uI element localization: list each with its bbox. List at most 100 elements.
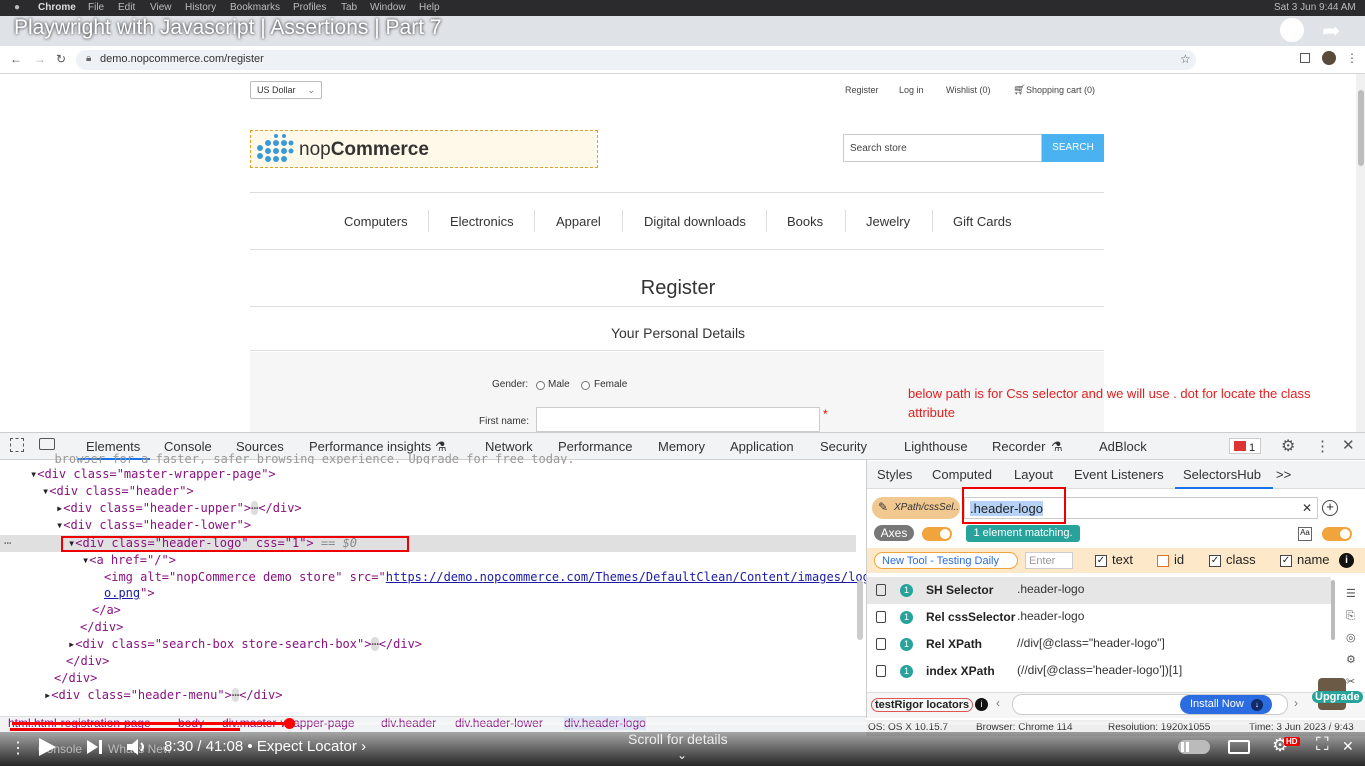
menu-item-bookmarks[interactable]: Bookmarks xyxy=(230,2,280,13)
tab-computed[interactable]: Computed xyxy=(932,467,992,482)
nav-jewelry[interactable]: Jewelry xyxy=(866,214,910,229)
device-toolbar-icon[interactable] xyxy=(39,438,55,450)
dom-node-img[interactable]: <img alt="nopCommerce demo store" src="h… xyxy=(104,570,870,584)
new-tool-link[interactable]: New Tool - Testing Daily xyxy=(874,552,1018,569)
add-icon[interactable]: + xyxy=(1322,500,1338,516)
scroll-for-details[interactable]: Scroll for details xyxy=(628,731,728,747)
dom-node-master-wrapper[interactable]: ▾<div class="master-wrapper-page"> xyxy=(30,467,276,481)
nav-electronics[interactable]: Electronics xyxy=(450,214,514,229)
info-icon[interactable]: i xyxy=(1339,553,1354,568)
fullscreen-icon[interactable]: ⛶ xyxy=(1316,734,1329,755)
upgrade-button[interactable]: Upgrade xyxy=(1312,691,1363,703)
reload-icon[interactable]: ↻ xyxy=(56,52,66,66)
dom-node-header-menu[interactable]: ▸<div class="header-menu">⋯</div> xyxy=(44,688,282,702)
subtitles-icon[interactable] xyxy=(1228,740,1250,754)
checkbox-name[interactable]: ✓ xyxy=(1280,555,1292,567)
clear-input-icon[interactable]: ✕ xyxy=(1302,501,1312,515)
nav-digital-downloads[interactable]: Digital downloads xyxy=(644,214,746,229)
profile-avatar[interactable] xyxy=(1322,51,1336,65)
menu-item-edit[interactable]: Edit xyxy=(118,2,135,13)
checkbox-class[interactable]: ✓ xyxy=(1209,555,1221,567)
menu-item-window[interactable]: Window xyxy=(370,2,406,13)
img-src-link[interactable]: https://demo.nopcommerce.com/Themes/Defa… xyxy=(386,570,870,584)
dom-node-anchor[interactable]: ▾<a href="/"> xyxy=(82,553,176,567)
header-link-login[interactable]: Log in xyxy=(899,85,924,95)
chevron-right-icon[interactable]: › xyxy=(1294,696,1298,710)
copy-icon[interactable] xyxy=(876,584,886,596)
text-size-icon[interactable]: Aa xyxy=(1298,527,1312,541)
devtools-tab-recorder[interactable]: Recorder xyxy=(992,439,1045,454)
img-src-link[interactable]: o.png xyxy=(104,586,140,600)
autoplay-toggle[interactable] xyxy=(1178,740,1210,754)
nav-gift-cards[interactable]: Gift Cards xyxy=(953,214,1012,229)
result-value[interactable]: //div[@class="header-logo"] xyxy=(1017,636,1165,650)
search-button[interactable]: SEARCH xyxy=(1042,134,1104,162)
apple-menu-icon[interactable]: ● xyxy=(14,2,20,13)
result-value[interactable]: (//div[@class='header-logo'])[1] xyxy=(1017,663,1182,677)
devtools-tab-adblock[interactable]: AdBlock xyxy=(1099,439,1147,454)
sidebar-icon[interactable] xyxy=(1300,53,1310,63)
devtools-tab-security[interactable]: Security xyxy=(820,439,867,454)
close-icon[interactable]: ✕ xyxy=(1342,738,1354,755)
devtools-close-icon[interactable]: ✕ xyxy=(1342,436,1355,454)
ellipsis-badge[interactable]: ⋯ xyxy=(231,688,240,702)
checkbox-id[interactable] xyxy=(1157,555,1169,567)
devtools-more-icon[interactable]: ⋮ xyxy=(1315,437,1330,455)
nav-books[interactable]: Books xyxy=(787,214,823,229)
site-logo-text[interactable]: nopCommerce xyxy=(299,139,429,161)
currency-select[interactable]: US Dollar ⌄ xyxy=(250,81,322,99)
attribute-input[interactable]: Enter xyxy=(1025,552,1073,569)
error-counter[interactable]: 1 xyxy=(1229,438,1261,454)
search-input[interactable]: Search store xyxy=(843,134,1042,162)
checkbox-text[interactable]: ✓ xyxy=(1095,555,1107,567)
chevron-down-icon[interactable]: ⌄ xyxy=(677,748,687,762)
install-now-button[interactable]: Install Now ↓ xyxy=(1180,695,1272,714)
tab-layout[interactable]: Layout xyxy=(1014,467,1053,482)
devtools-tab-lighthouse[interactable]: Lighthouse xyxy=(904,439,968,454)
testrigor-button[interactable]: testRigor locators xyxy=(871,698,974,712)
copy-icon[interactable] xyxy=(876,665,886,677)
share-icon[interactable]: ➦ xyxy=(1322,18,1340,44)
tab-event-listeners[interactable]: Event Listeners xyxy=(1074,467,1164,482)
dom-node-header[interactable]: ▾<div class="header"> xyxy=(42,484,194,498)
ellipsis-badge[interactable]: ⋯ xyxy=(371,637,379,651)
result-value[interactable]: .header-logo xyxy=(1017,582,1084,596)
copy-icon[interactable] xyxy=(876,638,886,650)
info-icon[interactable]: i xyxy=(975,698,988,711)
chrome-menu-icon[interactable]: ⋮ xyxy=(1346,51,1358,65)
gender-female-radio[interactable] xyxy=(581,381,590,390)
nav-computers[interactable]: Computers xyxy=(344,214,408,229)
dom-node-header-lower[interactable]: ▾<div class="header-lower"> xyxy=(56,518,251,532)
menu-item-view[interactable]: View xyxy=(150,2,172,13)
inspect-element-icon[interactable] xyxy=(10,438,24,452)
menu-item-history[interactable]: History xyxy=(185,2,216,13)
next-icon[interactable] xyxy=(86,739,104,755)
result-value[interactable]: .header-logo xyxy=(1017,609,1084,623)
side-tool-icons[interactable]: ☰ ⎘ ◎ ⚙ ✂ xyxy=(1346,583,1356,693)
menu-app-name[interactable]: Chrome xyxy=(38,2,76,13)
devtools-tab-application[interactable]: Application xyxy=(730,439,794,454)
settings-gear-icon[interactable]: ⚙ xyxy=(1281,436,1295,456)
header-link-cart[interactable]: Shopping cart (0) xyxy=(1026,85,1095,95)
elements-scrollbar[interactable] xyxy=(857,580,863,640)
header-link-register[interactable]: Register xyxy=(845,85,879,95)
more-tabs-icon[interactable]: >> xyxy=(1276,467,1291,482)
drawer-menu-icon[interactable]: ⋮ xyxy=(10,738,26,758)
volume-icon[interactable] xyxy=(126,738,148,756)
first-name-field[interactable] xyxy=(536,407,820,432)
menu-item-file[interactable]: File xyxy=(88,2,104,13)
chevron-left-icon[interactable]: ‹ xyxy=(996,696,1000,710)
tab-selectorshub[interactable]: SelectorsHub xyxy=(1183,467,1261,482)
dom-node-search-box[interactable]: ▸<div class="search-box store-search-box… xyxy=(68,637,422,651)
header-link-wishlist[interactable]: Wishlist (0) xyxy=(946,85,991,95)
dom-node-header-upper[interactable]: ▸<div class="header-upper">⋯</div> xyxy=(56,501,302,515)
forward-icon[interactable]: → xyxy=(34,52,46,66)
menu-item-tab[interactable]: Tab xyxy=(341,2,357,13)
results-scrollbar[interactable] xyxy=(1331,580,1335,640)
bookmark-star-icon[interactable]: ☆ xyxy=(1180,52,1191,66)
nav-apparel[interactable]: Apparel xyxy=(556,214,601,229)
menu-item-help[interactable]: Help xyxy=(419,2,440,13)
copy-icon[interactable] xyxy=(876,611,886,623)
lock-icon[interactable]: 🔒︎ xyxy=(86,53,91,64)
watch-later-icon[interactable] xyxy=(1280,18,1304,42)
